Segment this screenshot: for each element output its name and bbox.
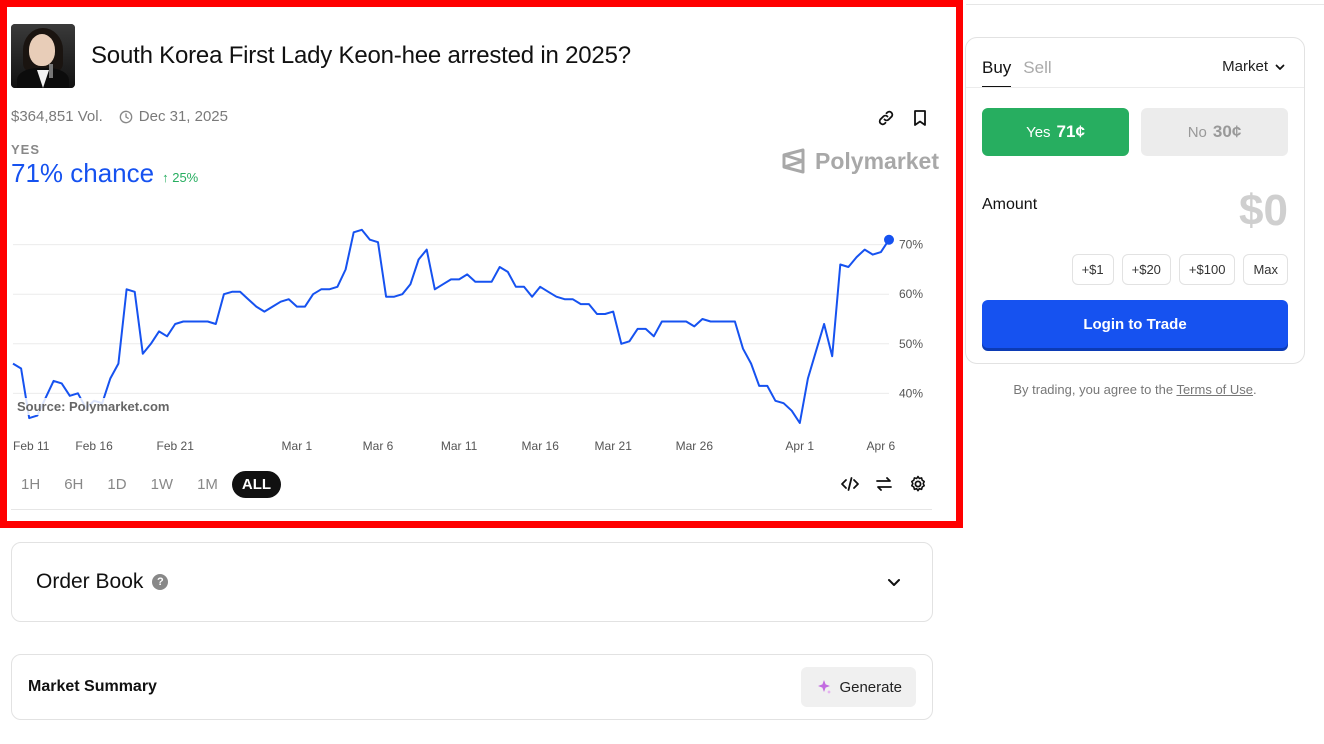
yes-price: 71¢ <box>1056 122 1085 141</box>
trade-panel: Buy Sell Market Yes 71¢ No 30¢ Amount $0… <box>965 37 1305 364</box>
tab-sell[interactable]: Sell <box>1023 58 1051 88</box>
embed-code-icon <box>841 477 859 491</box>
chevron-down-icon[interactable] <box>886 574 902 590</box>
x-tick-label: Mar 6 <box>363 439 394 453</box>
range-1d[interactable]: 1D <box>97 471 136 498</box>
price-chart[interactable]: 70% 60% 50% 40% Feb 11 Feb 16 Feb 21 Mar 1 Mar 6… <box>11 200 941 460</box>
quick-amount-button[interactable]: +$1 <box>1071 254 1114 285</box>
x-tick-label: Mar 21 <box>595 439 633 453</box>
x-tick-label: Mar 1 <box>282 439 313 453</box>
terms-suffix: . <box>1253 382 1257 397</box>
quick-amounts: +$1 +$20 +$100 Max <box>1071 254 1288 285</box>
no-price: 30¢ <box>1212 122 1242 141</box>
x-tick-label: Apr 1 <box>785 439 814 453</box>
amount-input[interactable]: $0 <box>1239 186 1288 236</box>
market-summary-panel: Market Summary Generate <box>11 654 933 720</box>
order-type-select[interactable]: Market <box>1222 58 1286 75</box>
order-type-label: Market <box>1222 58 1268 75</box>
clock-icon <box>119 110 133 123</box>
settings-button[interactable] <box>908 474 928 499</box>
login-to-trade-button[interactable]: Login to Trade <box>982 300 1288 348</box>
polymarket-logo <box>782 148 805 174</box>
range-1m[interactable]: 1M <box>187 471 228 498</box>
y-tick-label: 50% <box>899 337 923 351</box>
help-icon[interactable]: ? <box>152 574 169 590</box>
range-1h[interactable]: 1H <box>11 471 50 498</box>
market-summary-title: Market Summary <box>28 678 157 695</box>
market-actions <box>876 108 930 133</box>
range-6h[interactable]: 6H <box>54 471 93 498</box>
swap-icon <box>876 477 892 491</box>
market-title: South Korea First Lady Keon-hee arrested… <box>91 42 631 69</box>
x-tick-label: Mar 16 <box>522 439 560 453</box>
swap-button[interactable] <box>874 474 894 499</box>
buy-no-button[interactable]: No 30¢ <box>1141 108 1288 156</box>
chart-source: Source: Polymarket.com <box>14 398 173 415</box>
x-tick-label: Apr 6 <box>867 439 896 453</box>
outcome-label: YES <box>11 142 41 157</box>
price-line <box>12 228 890 424</box>
chance-display: 71% chance ↑ 25% <box>11 158 198 189</box>
top-border <box>966 4 1324 5</box>
current-price-dot <box>884 234 894 245</box>
y-tick-label: 60% <box>899 287 923 301</box>
time-range-selector: 1H 6H 1D 1W 1M ALL <box>11 471 282 498</box>
copy-link-button[interactable] <box>876 108 896 133</box>
generate-label: Generate <box>839 678 902 696</box>
bookmark-icon <box>914 110 926 126</box>
buy-yes-button[interactable]: Yes 71¢ <box>982 108 1129 156</box>
x-tick-label: Mar 26 <box>676 439 714 453</box>
no-label: No <box>1187 123 1207 141</box>
quick-amount-button[interactable]: +$100 <box>1178 254 1236 285</box>
y-tick-label: 40% <box>899 386 923 400</box>
generate-button[interactable]: Generate <box>801 667 916 707</box>
market-meta: $364,851 Vol. Dec 31, 2025 <box>11 108 228 125</box>
y-tick-label: 70% <box>899 238 923 252</box>
terms-of-use-link[interactable]: Terms of Use <box>1176 382 1253 397</box>
amount-label: Amount <box>982 196 1038 213</box>
market-page: South Korea First Lady Keon-hee arrested… <box>0 0 1324 744</box>
trade-tabs: Buy Sell <box>982 58 1052 88</box>
chance-text: 71% chance <box>11 158 155 188</box>
settings-icon <box>911 475 925 492</box>
x-tick-label: Feb 11 <box>13 439 50 453</box>
bookmark-button[interactable] <box>910 108 930 133</box>
market-header: South Korea First Lady Keon-hee arrested… <box>11 24 631 88</box>
market-avatar <box>11 24 75 88</box>
x-tick-label: Feb 21 <box>157 439 195 453</box>
max-amount-button[interactable]: Max <box>1243 254 1288 285</box>
volume-text: $364,851 Vol. <box>11 108 103 125</box>
chart-tools <box>840 474 928 499</box>
end-date-text: Dec 31, 2025 <box>138 108 228 125</box>
range-1w[interactable]: 1W <box>141 471 184 498</box>
order-book-title: Order Book <box>36 570 144 593</box>
polymarket-brand: Polymarket <box>781 147 939 175</box>
chevron-down-icon <box>1275 64 1285 70</box>
tabs-divider <box>966 87 1304 88</box>
yes-label: Yes <box>1026 123 1051 141</box>
terms-prefix: By trading, you agree to the <box>1013 382 1174 397</box>
embed-button[interactable] <box>840 474 860 499</box>
chart-divider <box>11 509 932 510</box>
sparkle-icon <box>818 680 832 694</box>
link-icon <box>878 110 894 126</box>
range-all[interactable]: ALL <box>231 471 282 498</box>
order-book-panel[interactable]: Order Book ? <box>11 542 933 622</box>
quick-amount-button[interactable]: +$20 <box>1121 254 1171 285</box>
x-tick-label: Mar 11 <box>441 439 478 453</box>
x-tick-label: Feb 16 <box>75 439 113 453</box>
terms-notice: By trading, you agree to the Terms of Us… <box>966 382 1304 397</box>
chance-delta: ↑ 25% <box>162 170 199 185</box>
tab-buy[interactable]: Buy <box>982 58 1012 88</box>
brand-name: Polymarket <box>815 147 940 174</box>
